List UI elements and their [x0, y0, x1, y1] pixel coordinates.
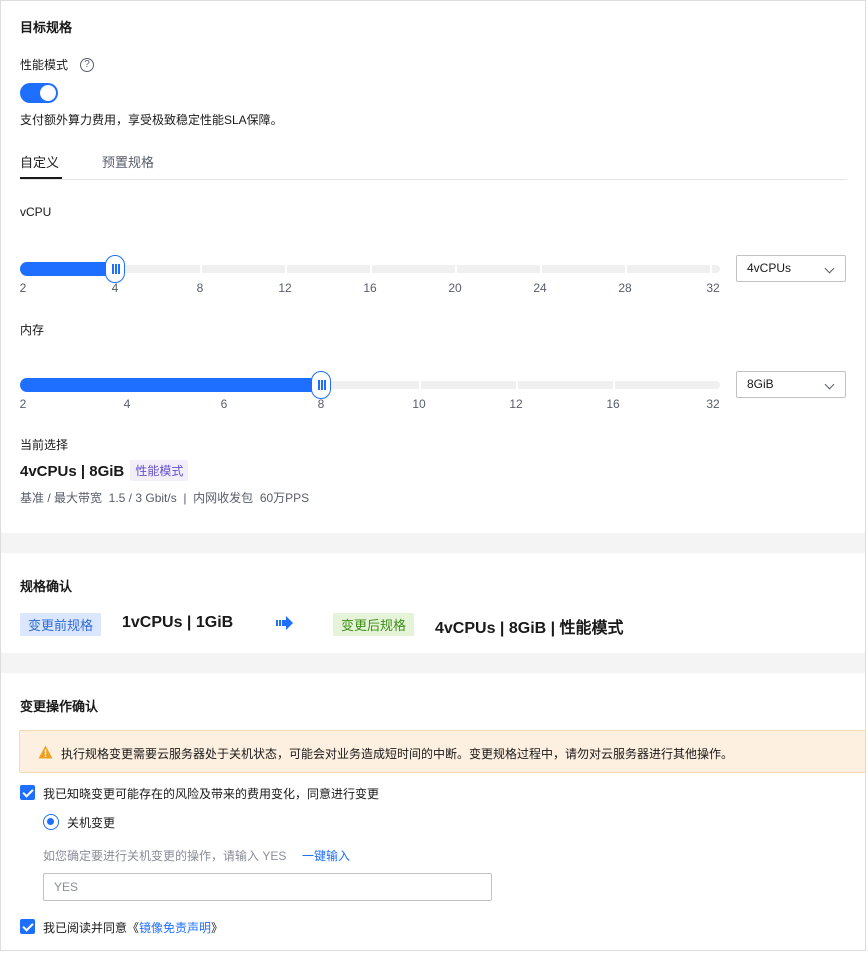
memory-select[interactable]: 8GiB: [736, 371, 846, 398]
before-spec-value: 1vCPUs | 1GiB: [122, 614, 234, 631]
perf-mode-label: 性能模式: [20, 58, 69, 72]
slider-segment-gap: [540, 265, 542, 273]
chevron-down-icon: [824, 263, 835, 274]
slider-segment-gap: [625, 265, 627, 273]
vcpu-select[interactable]: 4vCPUs: [736, 255, 846, 282]
vcpu-tick[interactable]: 2: [20, 281, 27, 295]
vcpu-tick[interactable]: 28: [618, 281, 631, 295]
image-disclaimer-link[interactable]: 镜像免责声明: [139, 921, 211, 935]
ack-risk-label[interactable]: 我已知晓变更可能存在的风险及带来的费用变化，同意进行变更: [43, 785, 379, 802]
tab-preset[interactable]: 预置规格: [102, 152, 154, 171]
toggle-knob: [40, 85, 56, 101]
perf-mode-toggle[interactable]: [20, 83, 58, 103]
vcpu-tick[interactable]: 24: [533, 281, 546, 295]
memory-tick[interactable]: 12: [509, 397, 522, 411]
memory-label: 内存: [20, 323, 45, 337]
warning-alert: 执行规格变更需要云服务器处于关机状态，可能会对业务造成短时间的中断。变更规格过程…: [19, 730, 865, 773]
slider-segment-gap: [455, 265, 457, 273]
memory-tick[interactable]: 2: [20, 397, 27, 411]
current-selection-value: 4vCPUs | 8GiB 性能模式: [20, 460, 189, 481]
slider-segment-gap: [200, 265, 202, 273]
section-title-target-spec: 目标规格: [20, 20, 73, 35]
vcpu-tick[interactable]: 20: [448, 281, 461, 295]
ack-image-suffix: 》: [211, 921, 224, 935]
vcpu-tick[interactable]: 4: [112, 281, 119, 295]
help-icon[interactable]: ?: [80, 58, 94, 72]
chevron-down-icon: [824, 379, 835, 390]
ack-image-checkbox[interactable]: [20, 919, 35, 934]
memory-slider-fill: [20, 378, 322, 392]
yes-prompt: 如您确定要进行关机变更的操作，请输入 YES: [43, 849, 287, 863]
memory-slider-handle[interactable]: [311, 371, 331, 399]
ack-image-prefix: 我已阅读并同意《: [43, 921, 140, 935]
memory-tick[interactable]: 6: [221, 397, 228, 411]
ack-risk-checkbox[interactable]: [20, 785, 35, 800]
current-selection-spec: 4vCPUs | 8GiB: [20, 463, 125, 480]
slider-segment-gap: [285, 265, 287, 273]
vcpu-slider-fill: [20, 262, 116, 276]
vcpu-tick[interactable]: 12: [278, 281, 291, 295]
arrow-right-icon: [276, 616, 293, 630]
memory-tick[interactable]: 8: [318, 397, 325, 411]
one-click-input-link[interactable]: 一键输入: [302, 847, 350, 864]
section-title-confirm-spec: 规格确认: [20, 579, 73, 594]
warning-text: 执行规格变更需要云服务器处于关机状态，可能会对业务造成短时间的中断。变更规格过程…: [61, 747, 734, 761]
perf-mode-badge: 性能模式: [130, 460, 189, 481]
tab-divider: [20, 179, 847, 180]
slider-segment-gap: [516, 381, 518, 389]
before-spec-tag: 变更前规格: [20, 613, 102, 636]
memory-tick[interactable]: 10: [412, 397, 425, 411]
slider-segment-gap: [613, 381, 615, 389]
perf-mode-description: 支付额外算力费用，享受极致稳定性能SLA保障。: [20, 113, 283, 127]
shutdown-change-radio[interactable]: [43, 814, 59, 830]
memory-select-value: 8GiB: [747, 377, 774, 391]
warning-icon: [38, 745, 53, 759]
vcpu-label: vCPU: [20, 205, 52, 219]
vcpu-tick[interactable]: 32: [706, 281, 719, 295]
after-spec-value: 4vCPUs | 8GiB | 性能模式: [435, 620, 624, 637]
vcpu-tick[interactable]: 8: [197, 281, 204, 295]
memory-tick[interactable]: 4: [124, 397, 131, 411]
vcpu-slider-handle[interactable]: [105, 255, 125, 283]
memory-tick[interactable]: 32: [706, 397, 719, 411]
slider-segment-gap: [419, 381, 421, 389]
after-spec-tag: 变更后规格: [333, 613, 415, 636]
tab-custom[interactable]: 自定义: [20, 152, 59, 171]
yes-input[interactable]: YES: [43, 873, 492, 901]
bandwidth-detail: 基准 / 最大带宽 1.5 / 3 Gbit/s | 内网收发包 60万PPS: [20, 491, 310, 505]
ack-image-label: 我已阅读并同意《镜像免责声明》: [43, 919, 223, 936]
shutdown-change-label[interactable]: 关机变更: [67, 814, 115, 831]
section-separator: [1, 653, 865, 673]
section-title-confirm-op: 变更操作确认: [20, 699, 99, 714]
vcpu-select-value: 4vCPUs: [747, 261, 792, 275]
section-separator: [1, 533, 865, 553]
slider-segment-gap: [710, 265, 712, 273]
current-selection-label: 当前选择: [20, 438, 69, 452]
resize-spec-panel: 目标规格 性能模式 ? 支付额外算力费用，享受极致稳定性能SLA保障。 自定义 …: [0, 0, 866, 951]
memory-tick[interactable]: 16: [606, 397, 619, 411]
vcpu-tick[interactable]: 16: [363, 281, 376, 295]
slider-segment-gap: [370, 265, 372, 273]
